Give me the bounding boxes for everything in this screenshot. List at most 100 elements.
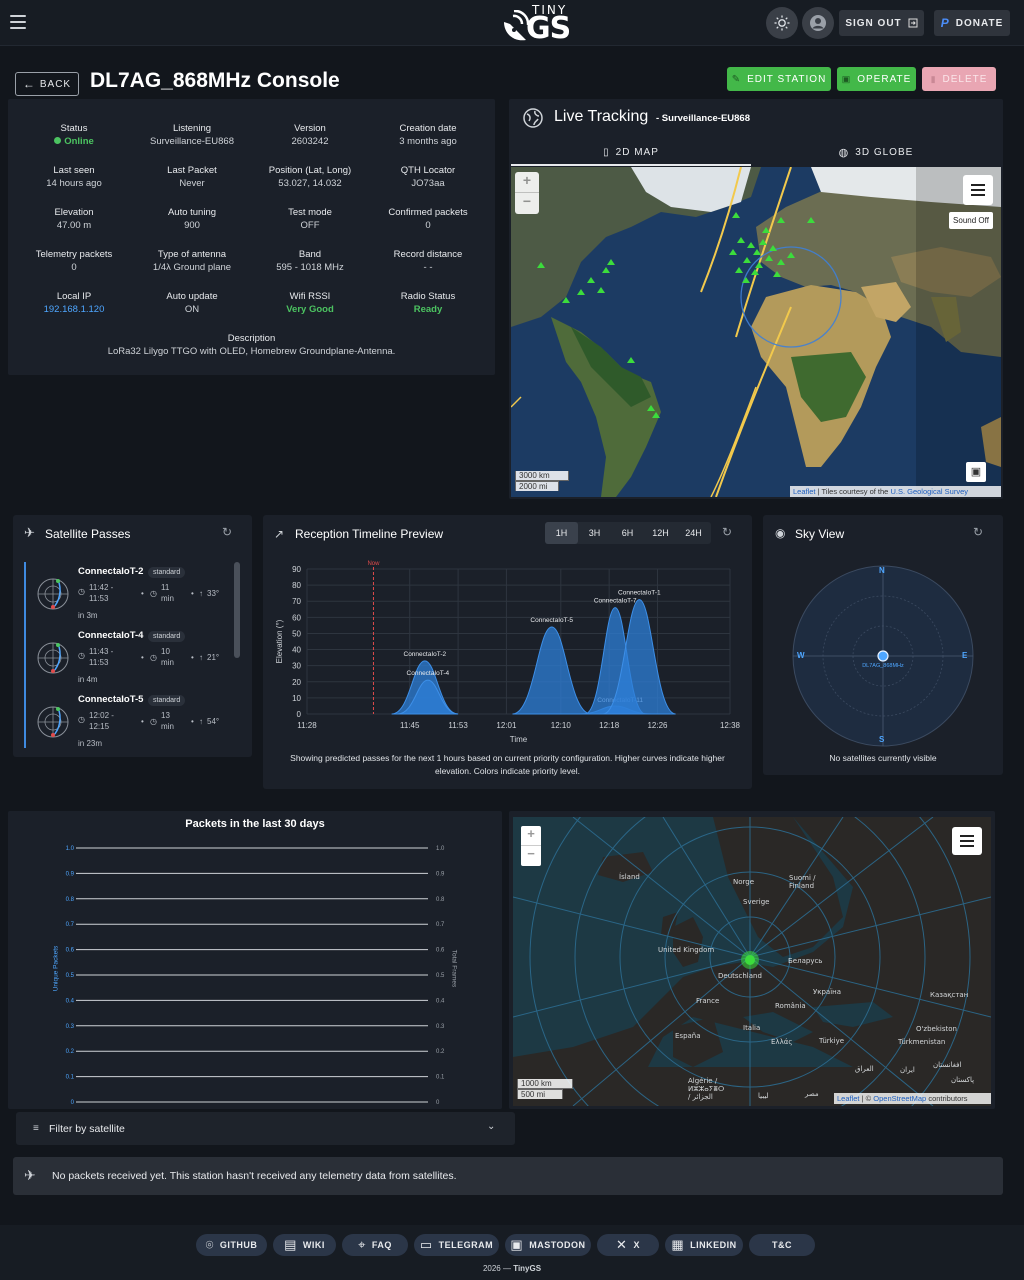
sign-out-button[interactable]: SIGN OUT xyxy=(839,10,924,36)
pass-item[interactable]: ConnectaIoT-2 standard ◷ 11:42 - 11:53 • ◷ 11 mi… xyxy=(36,560,236,622)
leaflet-link[interactable]: Leaflet xyxy=(793,487,816,496)
right-tick-label: 0.1 xyxy=(436,1075,445,1081)
info-cell: Type of antenna 1/4λ Ground plane xyxy=(133,248,251,274)
copyright-year: 2026 — xyxy=(482,1264,511,1273)
footer-link-label: TELEGRAM xyxy=(438,1240,494,1250)
sound-toggle-button[interactable]: Sound Off xyxy=(949,212,993,229)
account-button[interactable] xyxy=(802,7,834,39)
x-tick-label: 12:18 xyxy=(599,721,620,730)
footer-linkedin-link[interactable]: ▦ LINKEDIN xyxy=(665,1234,743,1256)
timeline-title: Reception Timeline Preview xyxy=(295,527,444,541)
edit-station-button[interactable]: ✎ EDIT STATION xyxy=(727,67,831,91)
separator-dot: • xyxy=(191,653,194,662)
pass-polar-icon xyxy=(37,578,69,610)
map-country-label: Казақстан xyxy=(930,991,969,999)
donate-button[interactable]: P DONATE xyxy=(934,10,1010,36)
live-tracking-map[interactable] xyxy=(511,167,1001,497)
map2-zoom-out[interactable]: − xyxy=(521,846,541,866)
footer-x-link[interactable]: ✕ X xyxy=(597,1234,659,1256)
footer-link-label: FAQ xyxy=(371,1240,392,1250)
left-tick-label: 0.8 xyxy=(66,897,75,903)
info-value[interactable]: 192.168.1.120 xyxy=(15,303,133,316)
osm-link[interactable]: OpenStreetMap xyxy=(873,1094,926,1103)
pass-satellite-name: ConnectaIoT-4 xyxy=(78,630,144,641)
timeline-caption: Showing predicted passes for the next 1 … xyxy=(290,753,725,776)
range-24h-button[interactable]: 24H xyxy=(677,522,710,544)
theme-toggle-button[interactable] xyxy=(766,7,798,39)
right-tick-label: 0.6 xyxy=(436,948,445,954)
pass-item[interactable]: ConnectaIoT-5 standard ◷ 12:02 - 12:15 • ◷ 13 mi… xyxy=(36,688,236,748)
footer-tc-link[interactable]: T&C xyxy=(749,1234,815,1256)
delete-button[interactable]: ▮ DELETE xyxy=(922,67,996,91)
footer-wiki-link[interactable]: ▤ WIKI xyxy=(273,1234,336,1256)
info-label: Listening xyxy=(172,123,212,134)
sky-empty-text: No satellites currently visible xyxy=(829,753,937,763)
sky-station-label: DL7AG_868MHz xyxy=(862,663,904,669)
left-tick-label: 0.6 xyxy=(66,948,75,954)
info-cell: Telemetry packets 0 xyxy=(15,248,133,274)
satellite-map-image xyxy=(511,167,1001,497)
info-label: Elevation xyxy=(54,207,94,218)
info-cell: Last Packet Never xyxy=(133,164,251,190)
operate-label: OPERATE xyxy=(857,73,912,85)
pass-clock-icon: ◷ xyxy=(78,587,85,596)
pass-max-elevation: 33° xyxy=(207,589,220,598)
map2-menu-button[interactable] xyxy=(952,827,982,855)
range-12h-button[interactable]: 12H xyxy=(644,522,677,544)
user-icon xyxy=(810,15,826,31)
fullscreen-icon[interactable]: ▣ xyxy=(966,462,986,482)
footer-faq-link[interactable]: ⌖ FAQ xyxy=(342,1234,408,1256)
map-menu-button[interactable] xyxy=(963,175,993,205)
tinygs-logo[interactable]: TINY GS xyxy=(498,2,578,46)
packets-chart: 0 0 0.1 0.1 0.2 0.2 0.3 0.3 0.4 0.4 0.5 0.5 0.6 0.6 0.… xyxy=(66,846,445,1106)
github-icon: ⌾ xyxy=(205,1237,214,1252)
map2-attribution: Leaflet | © OpenStreetMap contributors xyxy=(834,1093,991,1104)
tab-3d-globe[interactable]: ◍ 3D GLOBE xyxy=(756,140,996,164)
range-3h-button[interactable]: 3H xyxy=(578,522,611,544)
info-cell: Status Online xyxy=(15,122,133,148)
refresh-sky-icon[interactable]: ↻ xyxy=(973,525,983,539)
description-label: Description xyxy=(227,333,276,344)
footer-telegram-link[interactable]: ▭ TELEGRAM xyxy=(414,1234,499,1256)
map2-zoom-in[interactable]: + xyxy=(521,826,541,846)
range-1h-button[interactable]: 1H xyxy=(545,522,578,544)
map2-leaflet-link[interactable]: Leaflet xyxy=(837,1094,860,1103)
info-value: ON xyxy=(184,304,200,315)
tab-2d-map[interactable]: ▯ 2D MAP xyxy=(511,140,751,164)
map-country-label: ایران xyxy=(900,1066,915,1074)
footer-link-label: LINKEDIN xyxy=(690,1240,737,1250)
zoom-in-button[interactable]: + xyxy=(515,172,539,193)
refresh-timeline-icon[interactable]: ↻ xyxy=(722,525,732,539)
footer-github-link[interactable]: ⌾ GITHUB xyxy=(196,1234,267,1256)
coverage-map[interactable]: Ísland Norge Suomi / Finland Sverige United … xyxy=(513,817,991,1106)
edit-station-label: EDIT STATION xyxy=(747,73,827,85)
left-tick-label: 0.9 xyxy=(66,871,75,877)
zoom-control[interactable]: + − xyxy=(515,172,539,214)
pass-curve-label: ConnectaIoT-4 xyxy=(407,670,450,677)
zoom-out-button[interactable]: − xyxy=(515,193,539,214)
left-tick-label: 0.1 xyxy=(66,1075,75,1081)
menu-icon[interactable] xyxy=(10,15,26,29)
separator-dot: • xyxy=(141,717,144,726)
y-tick-label: 50 xyxy=(292,629,301,638)
pass-polar-icon xyxy=(37,706,69,738)
range-6h-button[interactable]: 6H xyxy=(611,522,644,544)
pass-duration: 13 min xyxy=(161,710,174,732)
info-cell: Radio Status Ready xyxy=(369,290,487,316)
pass-item[interactable]: ConnectaIoT-4 standard ◷ 11:43 - 11:53 • ◷ 10 mi… xyxy=(36,624,236,686)
info-cell: Test mode OFF xyxy=(251,206,369,232)
usgs-link[interactable]: U.S. Geological Survey xyxy=(890,487,968,496)
y-tick-label: 90 xyxy=(292,565,301,574)
back-button[interactable]: ← BACK xyxy=(15,72,79,96)
satellite-alert-icon: ✈ xyxy=(24,1167,36,1183)
refresh-passes-icon[interactable]: ↻ xyxy=(222,525,232,539)
map2-scale-km: 1000 km xyxy=(517,1079,573,1089)
y-tick-label: 30 xyxy=(292,662,301,671)
operate-button[interactable]: ▣ OPERATE xyxy=(837,67,916,91)
info-value: 595 - 1018 MHz xyxy=(276,262,344,273)
map2-zoom-control[interactable]: + − xyxy=(521,826,541,866)
range-toggle-group: 1H 3H 6H 12H 24H xyxy=(545,522,711,544)
tab-indicator xyxy=(511,164,751,166)
info-value: OFF xyxy=(300,220,320,231)
footer-mastodon-link[interactable]: ▣ MASTODON xyxy=(505,1234,591,1256)
